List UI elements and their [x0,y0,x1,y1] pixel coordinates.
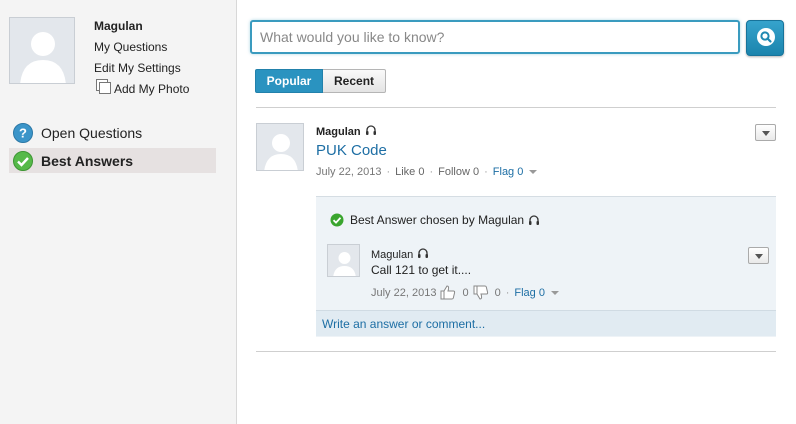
thumbs-up-count: 0 [462,286,469,299]
sidebar: Magulan My Questions Edit My Settings Ad… [0,0,237,424]
write-answer-bar[interactable]: Write an answer or comment... [316,310,776,336]
person-silhouette-icon [10,18,74,83]
question-title[interactable]: PUK Code [316,142,387,159]
question-author[interactable]: Magulan [316,125,377,138]
flag-link[interactable]: Flag 0 [493,166,524,178]
profile-avatar[interactable] [9,17,75,84]
best-answer-banner: Best Answer chosen by Magulan [330,213,540,227]
add-photo-link[interactable]: Add My Photo [114,82,189,96]
like-link[interactable]: Like 0 [395,166,424,178]
person-silhouette-icon [328,245,359,276]
photo-icon [96,79,111,94]
search-icon [757,28,775,46]
search-input[interactable] [252,22,738,52]
separator: · [429,166,434,178]
answer-flag-chevron-icon[interactable] [550,290,559,295]
answer-flag-link[interactable]: Flag 0 [514,287,545,299]
search-box [250,20,740,54]
question-author-avatar[interactable] [256,123,304,171]
thumbs-down-count: 0 [494,286,501,299]
edit-settings-link[interactable]: Edit My Settings [94,61,181,75]
check-icon [330,213,344,227]
question-options-dropdown[interactable] [755,124,776,141]
flag-menu-chevron-icon[interactable] [529,170,538,174]
answer-meta: July 22, 2013 0 0 · Flag 0 [371,285,559,300]
person-silhouette-icon [257,124,303,170]
headset-icon [365,125,376,135]
answer-text: Call 121 to get it.... [371,263,472,277]
best-answer-label: Best Answer chosen by Magulan [350,213,525,227]
nav-best-answers-label: Best Answers [41,152,134,169]
answer-author[interactable]: Magulan [371,248,429,261]
profile-name: Magulan [94,19,143,33]
nav-best-answers[interactable]: Best Answers [9,148,216,173]
divider [256,107,776,108]
answer-author-avatar[interactable] [327,244,360,277]
headset-icon [529,214,540,225]
sort-tabs: Popular Recent [255,69,386,93]
follow-link[interactable]: Follow 0 [438,166,479,178]
tab-popular[interactable]: Popular [255,69,323,93]
question-author-name: Magulan [316,126,361,138]
question-date: July 22, 2013 [316,166,382,178]
my-questions-link[interactable]: My Questions [94,40,167,54]
nav-open-questions-label: Open Questions [41,124,143,141]
tab-recent[interactable]: Recent [323,69,386,93]
divider [256,351,776,352]
answer-author-name: Magulan [371,249,414,261]
thumbs-up-icon[interactable] [440,285,456,300]
question-icon: ? [13,122,33,143]
separator: · [505,286,510,299]
headset-icon [418,248,429,258]
svg-text:?: ? [19,125,27,140]
separator: · [386,166,391,178]
check-icon [13,150,33,171]
write-answer-link[interactable]: Write an answer or comment... [322,317,485,331]
question-meta: July 22, 2013 · Like 0 · Follow 0 · Flag… [316,166,538,178]
search-button[interactable] [746,20,784,56]
thumbs-down-icon[interactable] [473,285,489,300]
nav-open-questions[interactable]: ? Open Questions [9,120,216,145]
answer-date: July 22, 2013 [371,286,437,299]
answer-options-dropdown[interactable] [748,247,769,264]
separator: · [484,166,488,178]
